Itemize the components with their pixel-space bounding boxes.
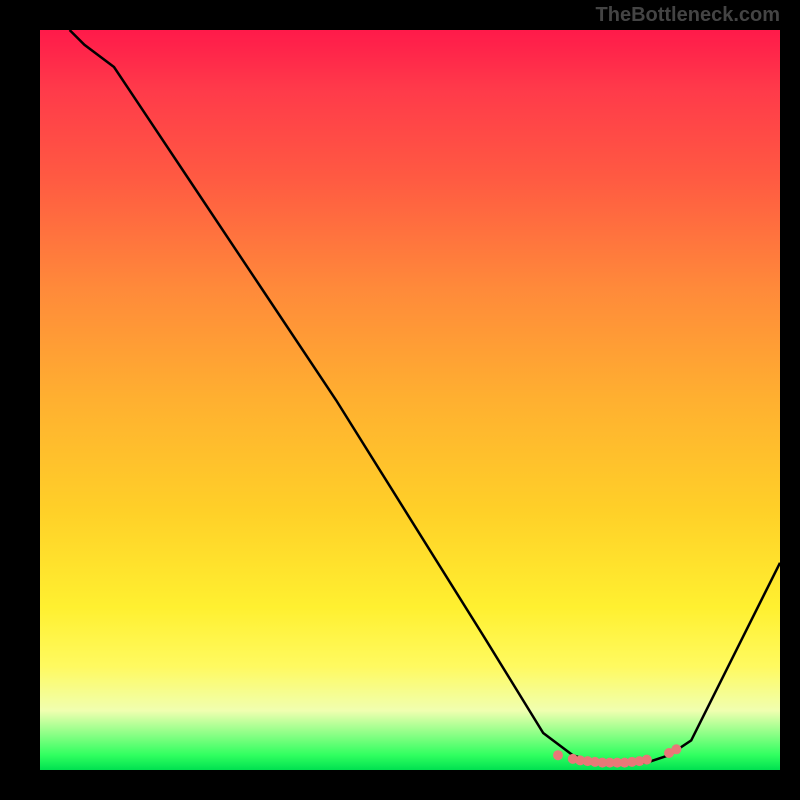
marker-dot [642, 755, 652, 765]
marker-group [553, 744, 681, 767]
chart-canvas [40, 30, 780, 770]
marker-dot [671, 744, 681, 754]
chart-svg [40, 30, 780, 770]
curve-line [70, 30, 780, 763]
marker-dot [553, 750, 563, 760]
watermark-text: TheBottleneck.com [596, 4, 780, 27]
